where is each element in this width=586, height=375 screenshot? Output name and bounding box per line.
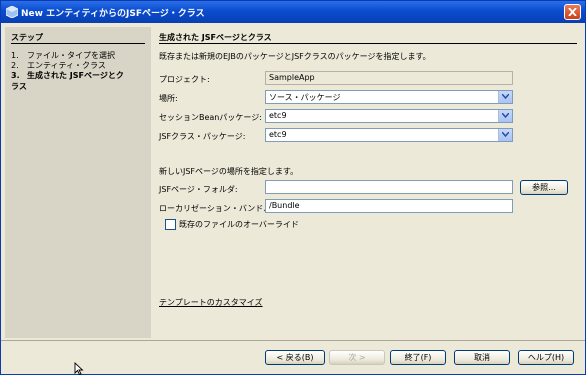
mouse-pointer-icon: [74, 362, 84, 375]
project-label: プロジェクト:: [159, 75, 210, 84]
footer-divider: [1, 340, 585, 341]
step-label: 生成された JSFページとクラス: [11, 71, 124, 91]
session-bean-label: セッションBeanパッケージ:: [159, 113, 262, 122]
step-number: 2.: [11, 61, 19, 70]
project-field: SampleApp: [265, 71, 513, 85]
close-button[interactable]: [564, 4, 581, 20]
localization-input[interactable]: /Bundle: [265, 199, 513, 213]
localization-value: /Bundle: [269, 201, 300, 210]
jsf-class-label: JSFクラス・パッケージ:: [159, 132, 246, 141]
steps-header: ステップ: [11, 33, 43, 42]
overwrite-checkbox[interactable]: [165, 219, 176, 230]
session-bean-dropdown-arrow[interactable]: [498, 110, 512, 122]
location-dropdown-arrow[interactable]: [498, 91, 512, 103]
jsf-folder-label: JSFページ・フォルダ:: [159, 185, 238, 194]
content-panel: 生成された JSFページとクラス 既存または新規のEJBのパッケージとJSFクラ…: [151, 27, 582, 338]
jsf-location-description: 新しいJSFページの場所を指定します。: [159, 167, 299, 176]
close-icon: [568, 8, 577, 16]
location-label: 場所:: [159, 94, 178, 103]
steps-panel: ステップ 1. ファイル・タイプを選択 2. エンティティ・クラス 3. 生成された …: [5, 27, 151, 338]
session-bean-combo[interactable]: etc9: [265, 109, 513, 123]
step-number: 1.: [11, 51, 19, 60]
step-label: ファイル・タイプを選択: [27, 51, 115, 60]
chevron-down-icon: [502, 113, 509, 118]
step-item-3: 3. 生成された JSFページとクラス: [11, 70, 131, 92]
window-title: New エンティティからのJSFページ・クラス: [21, 9, 205, 19]
customize-templates-link[interactable]: テンプレートのカスタマイズ: [159, 297, 263, 308]
chevron-down-icon: [502, 94, 509, 99]
step-label: エンティティ・クラス: [27, 61, 106, 70]
jsf-class-value: etc9: [269, 130, 287, 139]
browse-button[interactable]: 参照...: [520, 180, 568, 195]
location-combo[interactable]: ソース・パッケージ: [265, 90, 513, 104]
session-bean-value: etc9: [269, 111, 287, 120]
jsf-class-dropdown-arrow[interactable]: [498, 129, 512, 141]
title-bar[interactable]: New エンティティからのJSFページ・クラス: [1, 1, 585, 23]
project-value: SampleApp: [269, 73, 315, 82]
netbeans-cube-icon: [6, 6, 18, 18]
chevron-down-icon: [502, 132, 509, 137]
wizard-window: New エンティティからのJSFページ・クラス ステップ 1. ファイル・タイプを…: [0, 0, 586, 375]
jsf-class-combo[interactable]: etc9: [265, 128, 513, 142]
package-description: 既存または新規のEJBのパッケージとJSFクラスのパッケージを指定します。: [159, 52, 431, 61]
steps-divider: [11, 43, 145, 44]
help-button[interactable]: ヘルプ(H): [518, 350, 574, 365]
localization-label: ローカリゼーション・バンドル名:: [159, 204, 282, 213]
overwrite-label[interactable]: 既存のファイルのオーバーライド: [179, 219, 299, 230]
cancel-button[interactable]: 取消: [454, 350, 510, 365]
section-title: 生成された JSFページとクラス: [159, 33, 272, 42]
back-button[interactable]: < 戻る(B): [265, 350, 325, 365]
finish-button[interactable]: 終了(F): [390, 350, 446, 365]
location-value: ソース・パッケージ: [269, 93, 341, 102]
next-button[interactable]: 次 >: [329, 350, 385, 365]
section-divider: [159, 43, 577, 44]
jsf-folder-input[interactable]: [265, 180, 513, 194]
step-number: 3.: [11, 71, 20, 80]
